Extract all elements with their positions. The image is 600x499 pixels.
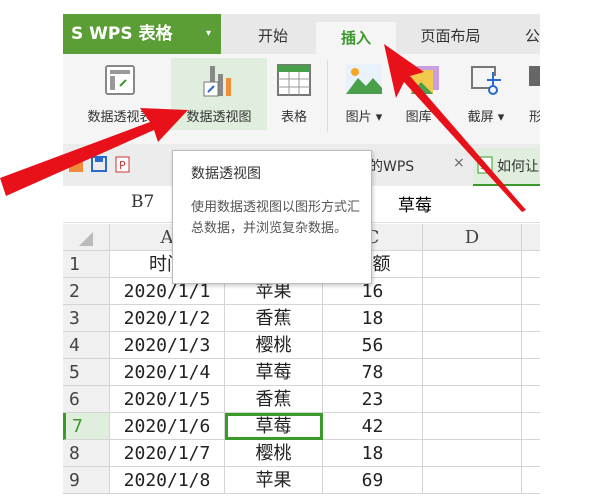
doc-tab-my-wps[interactable]: 的WPS — [369, 156, 414, 176]
date-cell[interactable]: 2020/1/7 — [110, 440, 225, 467]
empty-cell[interactable] — [522, 359, 540, 386]
amount-cell[interactable]: 56 — [323, 332, 423, 359]
amount-cell[interactable]: 23 — [323, 386, 423, 413]
spreadsheet-file-icon: S — [477, 156, 493, 174]
empty-cell[interactable] — [423, 251, 522, 278]
doc-tab-active[interactable]: S 如何让 — [473, 148, 540, 186]
svg-text:S: S — [480, 161, 486, 172]
row-number[interactable]: 5 — [63, 359, 110, 386]
date-cell[interactable]: 2020/1/5 — [110, 386, 225, 413]
formula-input[interactable]: 草莓 — [398, 191, 432, 216]
row-number[interactable]: 6 — [63, 386, 110, 413]
tab-formulas[interactable]: 公式 — [510, 14, 540, 54]
pivot-table-button[interactable]: 数据透视表 — [77, 58, 163, 130]
date-cell[interactable]: 2020/1/2 — [110, 305, 225, 332]
empty-cell[interactable] — [522, 251, 540, 278]
save-icon[interactable] — [91, 156, 107, 172]
picture-button[interactable]: 图片 ▾ — [335, 58, 393, 130]
empty-cell[interactable] — [423, 440, 522, 467]
amount-cell[interactable]: 18 — [323, 305, 423, 332]
empty-cell[interactable] — [423, 305, 522, 332]
pivot-chart-tooltip: 数据透视图 使用数据透视图以图形方式汇总数据，并浏览复杂数据。 — [172, 150, 372, 284]
empty-cell[interactable] — [423, 386, 522, 413]
screenshot-button[interactable]: 截屏 ▾ — [457, 58, 515, 130]
row-number[interactable]: 7 — [63, 413, 110, 440]
svg-text:P: P — [119, 159, 126, 172]
empty-cell[interactable] — [522, 413, 540, 440]
shape-button[interactable]: 形状 — [517, 58, 540, 130]
fruit-cell[interactable]: 草莓 — [225, 413, 323, 440]
fruit-cell[interactable]: 苹果 — [225, 467, 323, 494]
empty-cell[interactable] — [423, 278, 522, 305]
amount-cell[interactable]: 42 — [323, 413, 423, 440]
row-number[interactable]: 8 — [63, 440, 110, 467]
table-icon — [277, 64, 311, 96]
menu-tab-bar: S WPS 表格 ▾ 开始 插入 页面布局 公式 — [63, 14, 540, 54]
empty-cell[interactable] — [522, 332, 540, 359]
chevron-down-icon: ▾ — [205, 28, 211, 39]
tab-home[interactable]: 开始 — [238, 14, 308, 54]
export-pdf-icon[interactable]: P — [113, 155, 131, 173]
tooltip-title: 数据透视图 — [191, 166, 261, 182]
fruit-cell[interactable]: 樱桃 — [225, 440, 323, 467]
wps-menu-button[interactable]: S WPS 表格 ▾ — [63, 14, 221, 54]
empty-cell[interactable] — [522, 278, 540, 305]
fruit-cell[interactable]: 香蕉 — [225, 305, 323, 332]
pivot-table-icon — [105, 65, 135, 95]
amount-cell[interactable]: 69 — [323, 467, 423, 494]
corner-triangle-icon — [79, 232, 93, 246]
ribbon: 数据透视表 数据透视图 表格 图片 ▾ 图库 ▾ 截屏 ▾ 形状 — [63, 54, 540, 145]
empty-cell[interactable] — [423, 332, 522, 359]
pivot-chart-button[interactable]: 数据透视图 — [171, 58, 267, 130]
app-logo: S WPS 表格 — [71, 24, 173, 44]
gallery-icon — [411, 66, 439, 94]
row-number[interactable]: 2 — [63, 278, 110, 305]
column-header-d[interactable]: D — [423, 224, 522, 251]
gallery-button[interactable]: 图库 ▾ — [395, 58, 453, 130]
row-number[interactable]: 1 — [63, 251, 110, 278]
empty-cell[interactable] — [423, 359, 522, 386]
amount-cell[interactable]: 18 — [323, 440, 423, 467]
date-cell[interactable]: 2020/1/6 — [110, 413, 225, 440]
empty-cell[interactable] — [522, 467, 540, 494]
fruit-cell[interactable]: 香蕉 — [225, 386, 323, 413]
open-folder-icon[interactable] — [69, 158, 85, 172]
row-number[interactable]: 3 — [63, 305, 110, 332]
tab-page-layout[interactable]: 页面布局 — [403, 14, 498, 54]
empty-cell[interactable] — [522, 386, 540, 413]
empty-cell[interactable] — [522, 440, 540, 467]
close-tab-icon[interactable]: × — [453, 155, 465, 171]
picture-icon — [346, 64, 382, 94]
shape-icon — [529, 66, 540, 86]
date-cell[interactable]: 2020/1/8 — [110, 467, 225, 494]
date-cell[interactable]: 2020/1/3 — [110, 332, 225, 359]
tooltip-description: 使用数据透视图以图形方式汇总数据，并浏览复杂数据。 — [191, 200, 361, 236]
empty-cell[interactable] — [423, 467, 522, 494]
tab-insert[interactable]: 插入 — [316, 22, 396, 54]
name-box[interactable]: B7 — [131, 192, 154, 212]
screenshot-icon — [471, 66, 501, 95]
row-number[interactable]: 9 — [63, 467, 110, 494]
column-header-e[interactable] — [522, 224, 540, 251]
pivot-chart-icon — [203, 66, 231, 97]
doc-tab-label: 如何让 — [497, 159, 539, 175]
select-all-corner[interactable] — [63, 224, 110, 251]
amount-cell[interactable]: 78 — [323, 359, 423, 386]
date-cell[interactable]: 2020/1/4 — [110, 359, 225, 386]
empty-cell[interactable] — [423, 413, 522, 440]
fruit-cell[interactable]: 草莓 — [225, 359, 323, 386]
fruit-cell[interactable]: 樱桃 — [225, 332, 323, 359]
table-button[interactable]: 表格 — [269, 58, 319, 130]
ribbon-divider — [327, 60, 328, 132]
row-number[interactable]: 4 — [63, 332, 110, 359]
empty-cell[interactable] — [522, 305, 540, 332]
